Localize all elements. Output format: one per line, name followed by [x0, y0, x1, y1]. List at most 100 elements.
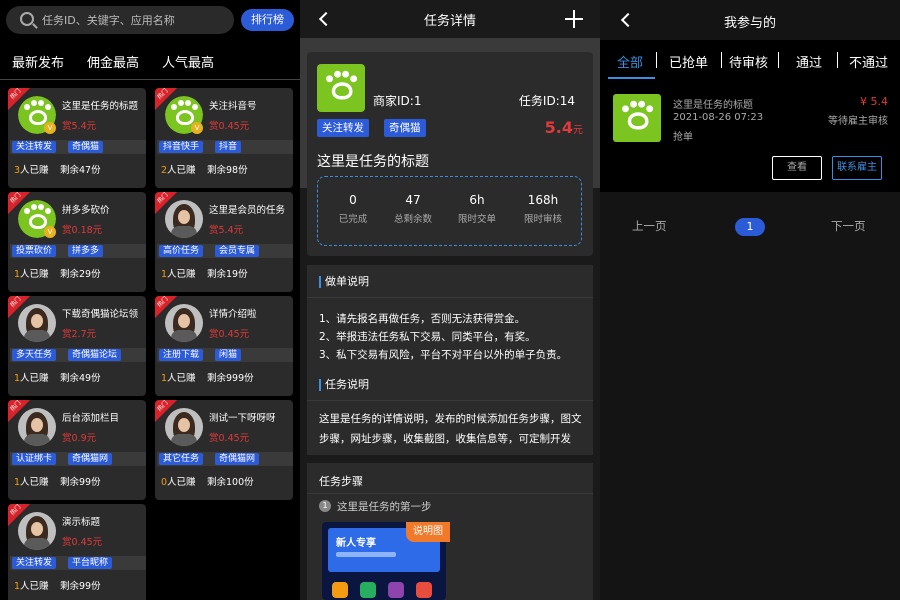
rule-item: 3、私下交易有风险，平台不对平台以外的单子负责。 — [319, 349, 568, 361]
tab-pending[interactable]: 待审核 — [729, 52, 768, 71]
verified-badge-icon: V — [44, 226, 56, 238]
merchant-id: 商家ID:1 — [373, 94, 422, 108]
contact-employer-button[interactable]: 联系雇主 — [832, 156, 882, 180]
app-logo — [613, 94, 661, 142]
sort-tabs: 最新发布 佣金最高 人气最高 — [0, 48, 300, 80]
card-remaining: 剩余47份 — [60, 165, 101, 176]
card-reward: 赏5.4元 — [209, 225, 244, 236]
task-card[interactable]: 热门 后台添加栏目 赏0.9元 认证绑卡 奇偶猫网 1人已赚 剩余99份 — [8, 400, 146, 500]
stat-remaining: 47 总剩余数 — [393, 193, 432, 225]
card-tags: 关注转发 平台昵称 — [10, 556, 146, 570]
plus-icon[interactable] — [565, 10, 583, 28]
steps-heading: 任务步骤 — [319, 475, 363, 488]
tag-platform: 奇偶猫网 — [68, 453, 113, 465]
card-tags: 多天任务 奇偶猫论坛 — [10, 348, 146, 362]
tab-all[interactable]: 全部 — [617, 52, 643, 71]
search-icon — [20, 12, 34, 26]
task-title: 这里是任务的标题 — [317, 154, 429, 170]
task-card[interactable]: V 热门 拼多多砍价 赏0.18元 投票砍价 拼多多 1人已赚 剩余29份 — [8, 192, 146, 292]
order-state: 抢单 — [673, 132, 693, 143]
card-tags: 认证绑卡 奇偶猫网 — [10, 452, 146, 466]
search-input[interactable] — [42, 10, 222, 30]
card-title: 关注抖音号 — [209, 101, 257, 112]
task-stats: 0 已完成 47 总剩余数 6h 限时交单 168h 限时审核 — [317, 176, 582, 246]
card-title: 拼多多砍价 — [62, 205, 110, 216]
card-remaining: 剩余99份 — [60, 477, 101, 488]
card-reward: 赏0.45元 — [209, 433, 250, 444]
stat-completed: 0 已完成 — [338, 193, 368, 225]
card-remaining: 剩余29份 — [60, 269, 101, 280]
description-heading: 任务说明 — [319, 379, 369, 391]
card-tags: 注册下载 闲猫 — [157, 348, 293, 362]
rule-item: 1、请先报名再做任务，否则无法获得赏金。 — [319, 313, 526, 325]
task-card[interactable]: 热门 测试一下呀呀呀 赏0.45元 其它任务 奇偶猫网 0人已赚 剩余100份 — [155, 400, 293, 500]
card-title: 测试一下呀呀呀 — [209, 413, 276, 424]
ranking-button[interactable]: 排行榜 — [241, 9, 294, 31]
card-reward: 赏0.18元 — [62, 225, 103, 236]
step-text: 这里是任务的第一步 — [337, 501, 432, 513]
task-id: 任务ID:14 — [518, 94, 575, 108]
stat-review-limit: 168h 限时审核 — [523, 193, 562, 225]
tag-platform: 奇偶猫 — [384, 119, 426, 137]
card-tags: 关注转发 奇偶猫 — [10, 140, 146, 154]
tab-rejected[interactable]: 不通过 — [849, 52, 888, 71]
my-tasks-panel: 我参与的 全部 已抢单 待审核 通过 不通过 这里是任务的标题 ¥ 5.4 20… — [600, 0, 900, 600]
card-tags: 投票砍价 拼多多 — [10, 244, 146, 258]
tab-approved[interactable]: 通过 — [796, 52, 822, 71]
card-remaining: 剩余100份 — [207, 477, 254, 488]
instructions-section: 做单说明 1、请先报名再做任务，否则无法获得赏金。 2、举报违法任务私下交易、同… — [307, 265, 593, 455]
task-list-panel: 排行榜 最新发布 佣金最高 人气最高 V热门这里是任务的标题赏5.4元关注转发奇… — [0, 0, 300, 600]
card-reward: 赏0.9元 — [62, 433, 97, 444]
current-page[interactable]: 1 — [735, 218, 765, 236]
task-detail-panel: 任务详情 商家ID:1 任务ID:14 关注转发 奇偶猫 5.4元 这里是任务的… — [300, 0, 600, 600]
card-remaining: 剩余99份 — [60, 581, 101, 592]
tag-platform: 抖音 — [215, 141, 242, 153]
card-remaining: 剩余49份 — [60, 373, 101, 384]
order-title: 这里是任务的标题 — [673, 100, 753, 111]
card-earned: 3人已赚 — [14, 165, 49, 176]
card-reward: 赏0.45元 — [62, 537, 103, 548]
card-reward: 赏2.7元 — [62, 329, 97, 340]
task-description: 这里是任务的详情说明，发布的时候添加任务步骤，图文步骤，网址步骤，收集截图，收集… — [319, 413, 582, 445]
tag-platform: 会员专属 — [215, 245, 260, 257]
card-earned: 1人已赚 — [14, 477, 49, 488]
tag-platform: 奇偶猫论坛 — [68, 349, 122, 361]
tag-category: 高价任务 — [159, 245, 204, 257]
card-earned: 0人已赚 — [161, 477, 196, 488]
card-earned: 1人已赚 — [14, 269, 49, 280]
tag-category: 抖音快手 — [159, 141, 204, 153]
app-logo — [317, 64, 365, 112]
task-card[interactable]: V 热门 这里是任务的标题 赏5.4元 关注转发 奇偶猫 3人已赚 剩余47份 — [8, 88, 146, 188]
page-title: 任务详情 — [423, 14, 476, 29]
tag-platform: 拼多多 — [68, 245, 104, 257]
task-card[interactable]: V 热门 关注抖音号 赏0.45元 抖音快手 抖音 2人已赚 剩余98份 — [155, 88, 293, 188]
tab-highest-commission[interactable]: 佣金最高 — [87, 52, 139, 71]
page-title: 我参与的 — [723, 16, 776, 31]
card-earned: 1人已赚 — [161, 373, 196, 384]
task-card[interactable]: 热门 详情介绍啦 赏0.45元 注册下载 闲猫 1人已赚 剩余999份 — [155, 296, 293, 396]
view-button[interactable]: 查看 — [772, 156, 822, 180]
card-remaining: 剩余999份 — [207, 373, 254, 384]
tab-latest[interactable]: 最新发布 — [12, 52, 64, 71]
search-bar[interactable] — [6, 6, 234, 34]
card-title: 后台添加栏目 — [62, 413, 120, 424]
prev-page-link[interactable]: 上一页 — [632, 218, 667, 234]
status-tabs: 全部 已抢单 待审核 通过 不通过 — [600, 40, 900, 80]
order-item[interactable]: 这里是任务的标题 ¥ 5.4 2021-08-26 07:23 等待雇主审核 抢… — [600, 80, 900, 192]
task-card[interactable]: 热门 这里是会员的任务 赏5.4元 高价任务 会员专属 1人已赚 剩余19份 — [155, 192, 293, 292]
my-tasks-nav-bar: 我参与的 — [600, 0, 900, 40]
card-reward: 赏5.4元 — [62, 121, 97, 132]
task-header-card: 商家ID:1 任务ID:14 关注转发 奇偶猫 5.4元 这里是任务的标题 0已… — [307, 52, 593, 256]
tag-category: 关注转发 — [317, 119, 369, 137]
order-price: ¥ 5.4 — [860, 95, 888, 108]
card-earned: 1人已赚 — [161, 269, 196, 280]
tag-category: 关注转发 — [12, 557, 57, 569]
next-page-link[interactable]: 下一页 — [831, 218, 866, 234]
tag-platform: 平台昵称 — [68, 557, 113, 569]
task-card[interactable]: 热门 下载奇偶猫论坛领 赏2.7元 多天任务 奇偶猫论坛 1人已赚 剩余49份 — [8, 296, 146, 396]
task-card[interactable]: 热门 演示标题 赏0.45元 关注转发 平台昵称 1人已赚 剩余99份 — [8, 504, 146, 600]
tab-grabbed[interactable]: 已抢单 — [669, 52, 708, 71]
active-tab-underline — [608, 77, 655, 79]
card-reward: 赏0.45元 — [209, 121, 250, 132]
tab-most-popular[interactable]: 人气最高 — [162, 52, 214, 71]
